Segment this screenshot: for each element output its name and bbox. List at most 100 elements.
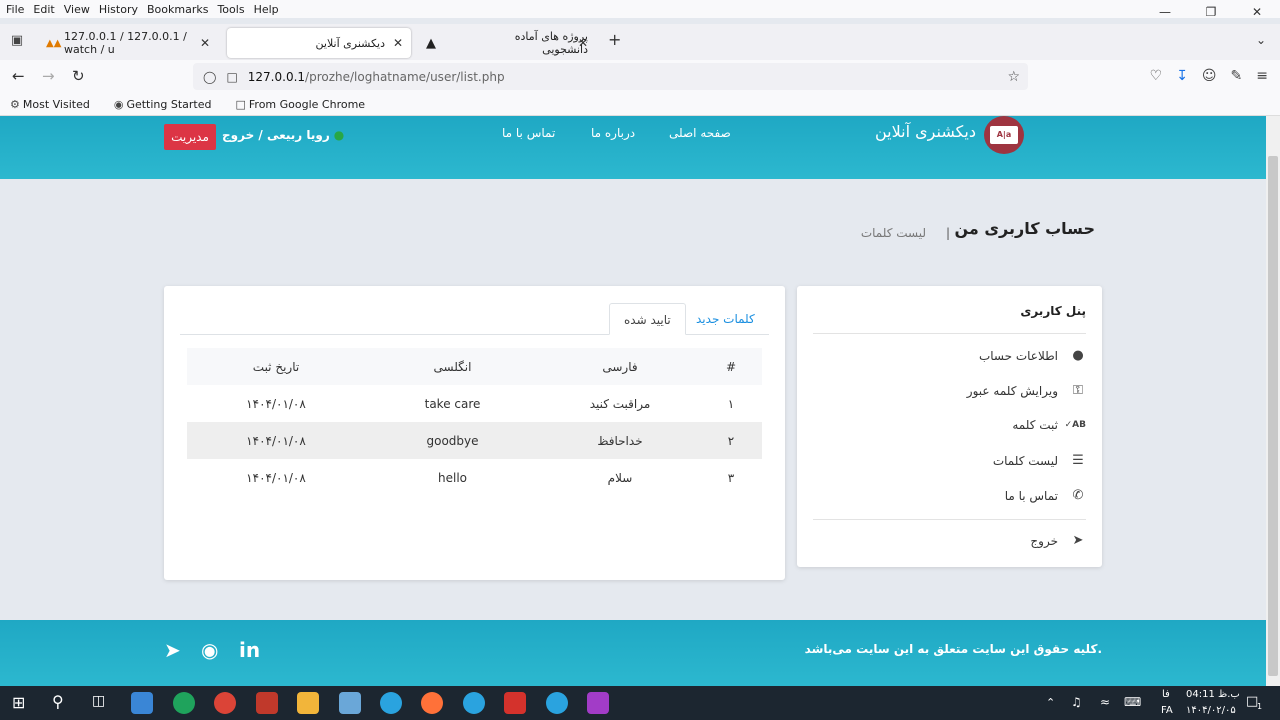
app-red-icon[interactable] [256, 692, 278, 714]
wifi-icon[interactable]: ≈ [1100, 695, 1110, 709]
tab-dictionary[interactable]: دیکشنری آنلاین ✕ [227, 28, 411, 58]
acrobat-icon[interactable] [504, 692, 526, 714]
bookmark-from-chrome[interactable]: □ From Google Chrome [235, 98, 377, 111]
instagram-icon[interactable]: ◉ [201, 638, 218, 662]
phpstorm-icon[interactable] [587, 692, 609, 714]
telegram-taskbar-icon[interactable] [463, 692, 485, 714]
bookmark-star-icon[interactable]: ☆ [1007, 69, 1020, 85]
panel-item-account-info[interactable]: ● اطلاعات حساب [979, 348, 1086, 363]
site-logo[interactable]: A|a [984, 116, 1024, 154]
menu-file[interactable]: File [6, 3, 24, 16]
nav-about[interactable]: درباره ما [591, 126, 635, 140]
file-explorer-icon[interactable] [297, 692, 319, 714]
admin-button[interactable]: مدیریت [164, 124, 216, 150]
tab-label: پروژه های آماده دانشجویی [514, 30, 588, 56]
bookmark-getting-started[interactable]: ◉ Getting Started [114, 98, 224, 111]
telegram-icon[interactable]: ➤ [164, 638, 181, 662]
page-scrollbar[interactable] [1266, 116, 1280, 686]
cell-index: ۳ [727, 470, 735, 485]
menu-tools[interactable]: Tools [217, 3, 244, 16]
tab-phpmyadmin[interactable]: ▲▲ 127.0.0.1 / 127.0.0.1 / watch / u ✕ [38, 28, 218, 58]
windows-start-icon[interactable]: ⊞ [12, 693, 25, 712]
panel-item-logout[interactable]: ➤ خروج [1030, 533, 1086, 548]
close-tab-icon[interactable]: ✕ [578, 36, 588, 50]
menu-edit[interactable]: Edit [33, 3, 54, 16]
tab-label: 127.0.0.1 / 127.0.0.1 / watch / u [64, 30, 187, 56]
search-icon[interactable]: ⚲ [52, 692, 64, 711]
reload-icon[interactable]: ↻ [72, 67, 85, 85]
gear-icon: ⚙ [10, 98, 20, 111]
telegram-taskbar-icon[interactable] [380, 692, 402, 714]
bookmark-most-visited[interactable]: ⚙ Most Visited [10, 98, 102, 111]
firefox-icon[interactable] [421, 692, 443, 714]
cell-english: take care [424, 396, 481, 411]
copyright-text: کلیه حقوق این سایت متعلق به این سایت می‌… [804, 642, 1102, 656]
user-menu[interactable]: ●رویا ربیعی / خروج [222, 128, 344, 142]
breadcrumb: لیست کلمات [860, 226, 926, 240]
panel-item-edit-password[interactable]: ⚿ ویرایش کلمه عبور [967, 383, 1086, 398]
nav-home[interactable]: صفحه اصلی [669, 126, 731, 140]
task-view-icon[interactable]: ◫ [92, 693, 105, 709]
new-tab-icon[interactable]: + [608, 30, 621, 49]
telegram-taskbar-icon[interactable] [546, 692, 568, 714]
cell-persian: مراقبت کنید [589, 396, 651, 411]
minimize-icon[interactable]: — [1142, 0, 1188, 24]
close-tab-icon[interactable]: ✕ [393, 36, 403, 50]
site-footer: کلیه حقوق این سایت متعلق به این سایت می‌… [0, 620, 1266, 686]
toolbar-buttons: ♡ ↧ ☺ ✎ ≡ [1150, 68, 1268, 84]
clock-time[interactable]: 04:11 ب.ظ [1186, 689, 1240, 700]
nav-contact[interactable]: تماس با ما [502, 126, 555, 140]
hamburger-menu-icon[interactable]: ≡ [1256, 68, 1268, 84]
forward-icon[interactable]: → [42, 67, 55, 85]
shield-icon[interactable]: ◯ [203, 70, 216, 84]
menu-history[interactable]: History [99, 3, 138, 16]
tab-list-icon[interactable]: ▣ [8, 33, 26, 51]
clock-date[interactable]: ۱۴۰۴/۰۲/۰۵ [1186, 705, 1236, 716]
tab-approved[interactable]: تایید شده [609, 303, 686, 335]
account-icon[interactable]: ☺ [1202, 68, 1217, 84]
menu-bookmarks[interactable]: Bookmarks [147, 3, 208, 16]
back-icon[interactable]: ← [12, 67, 25, 85]
site-header: A|a دیکشنری آنلاین صفحه اصلی درباره ما ت… [0, 116, 1266, 179]
language-indicator[interactable]: FA [1161, 705, 1173, 716]
chrome-icon[interactable] [214, 692, 236, 714]
panel-item-contact[interactable]: ✆ تماس با ما [1005, 488, 1086, 503]
cell-date: ۱۴۰۴/۰۱/۰۸ [246, 396, 306, 411]
keyboard-icon[interactable]: ⌨ [1124, 695, 1141, 709]
book-icon: A|a [990, 126, 1018, 144]
table-row: ۳ سلام hello ۱۴۰۴/۰۱/۰۸ [187, 459, 762, 496]
url-bar[interactable]: ◯ □ 127.0.0.1/prozhe/loghatname/user/lis… [193, 63, 1028, 90]
tab-bar: ▣ ▲▲ 127.0.0.1 / 127.0.0.1 / watch / u ✕… [0, 24, 1280, 60]
cell-english: goodbye [365, 422, 540, 459]
linkedin-icon[interactable]: in [239, 638, 260, 662]
breadcrumb-separator: | [946, 226, 951, 240]
pocket-icon[interactable]: ♡ [1150, 68, 1163, 84]
notepad-icon[interactable] [339, 692, 361, 714]
language-indicator-top[interactable]: فا [1162, 689, 1170, 700]
close-window-icon[interactable]: ✕ [1234, 0, 1280, 24]
edge-icon[interactable] [173, 692, 195, 714]
restore-icon[interactable]: ❐ [1188, 0, 1234, 24]
download-icon[interactable]: ↧ [1176, 68, 1188, 84]
cell-index: ۲ [700, 422, 762, 459]
close-tab-icon[interactable]: ✕ [200, 36, 210, 50]
tab-new-words[interactable]: کلمات جدید [682, 303, 769, 335]
menu-help[interactable]: Help [254, 3, 279, 16]
words-table: # فارسی انگلسی تاریخ ثبت ۱ مراقبت کنید t… [187, 348, 762, 496]
user-name-logout[interactable]: رویا ربیعی / خروج [222, 128, 330, 142]
panel-item-word-list[interactable]: ☰ لیست کلمات [993, 453, 1086, 468]
col-persian: فارسی [540, 348, 700, 385]
notification-count: 1 [1257, 702, 1263, 711]
chevron-down-icon[interactable]: ⌄ [1256, 33, 1266, 47]
url-host: 127.0.0.1 [247, 69, 306, 84]
user-panel: پنل کاربری ● اطلاعات حساب ⚿ ویرایش کلمه عب… [797, 286, 1102, 567]
extensions-icon[interactable]: ✎ [1231, 68, 1243, 84]
store-icon[interactable] [131, 692, 153, 714]
scrollbar-thumb[interactable] [1268, 156, 1278, 676]
volume-icon[interactable]: ♫ [1071, 695, 1082, 709]
panel-item-add-word[interactable]: AB✓ ثبت کلمه [1012, 418, 1086, 432]
tab-projects[interactable]: ▲ پروژه های آماده دانشجویی ✕ [418, 28, 596, 58]
site-title[interactable]: دیکشنری آنلاین [875, 122, 976, 141]
chevron-up-icon[interactable]: ⌃ [1046, 696, 1055, 709]
menu-view[interactable]: View [64, 3, 90, 16]
